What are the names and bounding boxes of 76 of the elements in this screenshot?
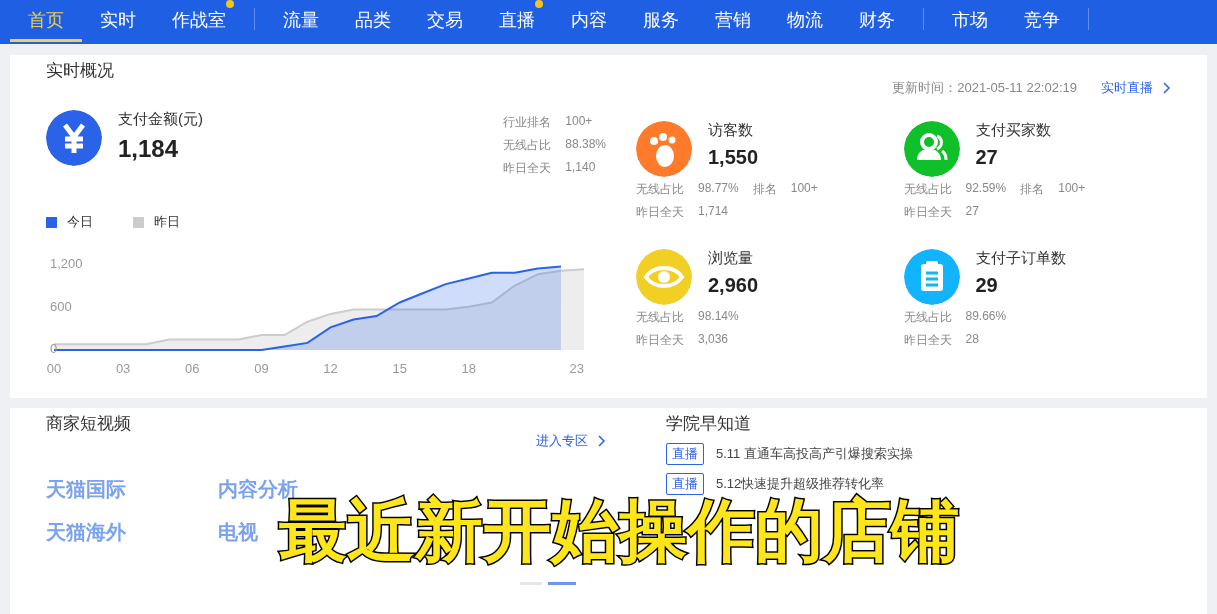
nav-tab[interactable]: 作战室 [154, 0, 244, 42]
course-link[interactable]: 5.12快速提升超级推荐转化率 [716, 475, 885, 493]
nav-tab[interactable]: 直播 [481, 0, 553, 42]
stat-value: 100+ [565, 114, 594, 130]
stat-label: 昨日全天 [636, 204, 684, 221]
legend-label: 今日 [67, 213, 93, 231]
x-tick-label: 23 [569, 361, 584, 376]
metric-title: 访客数 [708, 121, 754, 140]
stat-label: 昨日全天 [503, 160, 552, 177]
x-tick-label: 12 [323, 361, 338, 376]
nav-tab[interactable]: 流量 [265, 0, 337, 42]
metric-title: 支付子订单数 [975, 249, 1067, 268]
live-tag: 直播 [666, 443, 704, 465]
live-link[interactable]: 实时直播 [1101, 79, 1171, 97]
update-time: 更新时间：2021-05-11 22:02:19 [892, 79, 1077, 97]
metric-value: 1,550 [708, 146, 760, 169]
stat-value: 3,036 [698, 332, 729, 348]
x-tick-label: 00 [46, 361, 62, 376]
stat-value: 92.59% [965, 181, 1007, 197]
nav-tab[interactable]: 品类 [337, 0, 409, 42]
stat-label: 无线占比 [636, 309, 684, 326]
nav-tab[interactable]: 财务 [841, 0, 913, 42]
nav-tab[interactable]: 实时 [82, 0, 154, 42]
stat-label: 昨日全天 [903, 204, 952, 221]
stat-label: 昨日全天 [636, 332, 684, 349]
nav-tab[interactable]: 物流 [769, 0, 841, 42]
nav-tab[interactable]: 市场 [934, 0, 1006, 42]
metric-title: 浏览量 [708, 249, 754, 268]
nav-tab[interactable]: 交易 [409, 0, 481, 42]
metric-value: 2,960 [708, 274, 760, 297]
course-link[interactable]: 5.11 直通车高投高产引爆搜索实操 [716, 445, 913, 463]
stat-label: 无线占比 [636, 181, 684, 198]
nav-tab[interactable]: 营销 [697, 0, 769, 42]
live-tag: 直播 [666, 473, 704, 495]
nav-tab[interactable]: 竞争 [1006, 0, 1078, 42]
stat-label: 昨日全天 [903, 332, 952, 349]
stat-value: 100+ [1058, 181, 1086, 197]
y-tick-label: 600 [50, 298, 72, 314]
stat-label: 无线占比 [903, 181, 952, 198]
section-title: 实时概况 [46, 60, 115, 82]
stat-label: 行业排名 [503, 114, 552, 131]
chevron-icon [1163, 82, 1171, 94]
stat-value: 1,140 [565, 160, 597, 176]
metric-title: 支付金额(元) [118, 110, 203, 129]
metric-title: 支付买家数 [975, 121, 1052, 140]
x-tick-label: 09 [254, 361, 269, 376]
stat-value: 28 [965, 332, 979, 348]
stat-label: 排名 [1020, 181, 1045, 198]
nav-tab[interactable]: 内容 [553, 0, 625, 42]
x-tick-label: 03 [115, 361, 131, 376]
nav-tab[interactable]: 首页 [10, 0, 82, 42]
enter-link[interactable]: 进入专区 [536, 432, 606, 450]
stat-value: 98.14% [698, 309, 739, 325]
metric-value: 1,184 [118, 135, 180, 163]
x-tick-label: 18 [461, 361, 476, 376]
chevron-icon [598, 435, 606, 447]
stat-label: 无线占比 [503, 137, 552, 154]
y-tick-label: 1,200 [50, 256, 83, 272]
y-tick-label: 0 [50, 341, 58, 357]
nav-tab[interactable]: 服务 [625, 0, 697, 42]
legend-label: 昨日 [154, 213, 180, 231]
stat-label: 无线占比 [903, 309, 952, 326]
section-title: 商家短视频 [46, 413, 131, 435]
stat-value: 89.66% [965, 309, 1007, 325]
stat-value: 98.77% [698, 181, 739, 197]
stat-value: 1,714 [698, 204, 729, 220]
metric-value: 29 [975, 274, 999, 297]
x-tick-label: 15 [392, 361, 407, 376]
stat-value: 88.38% [565, 137, 606, 153]
metric-value: 27 [975, 146, 999, 169]
x-tick-label: 06 [185, 361, 200, 376]
stat-value: 27 [965, 204, 979, 220]
stat-value: 100+ [790, 181, 818, 197]
stat-label: 排名 [752, 181, 777, 198]
yuan-icon [46, 110, 102, 166]
section-title: 学院早知道 [666, 413, 752, 435]
